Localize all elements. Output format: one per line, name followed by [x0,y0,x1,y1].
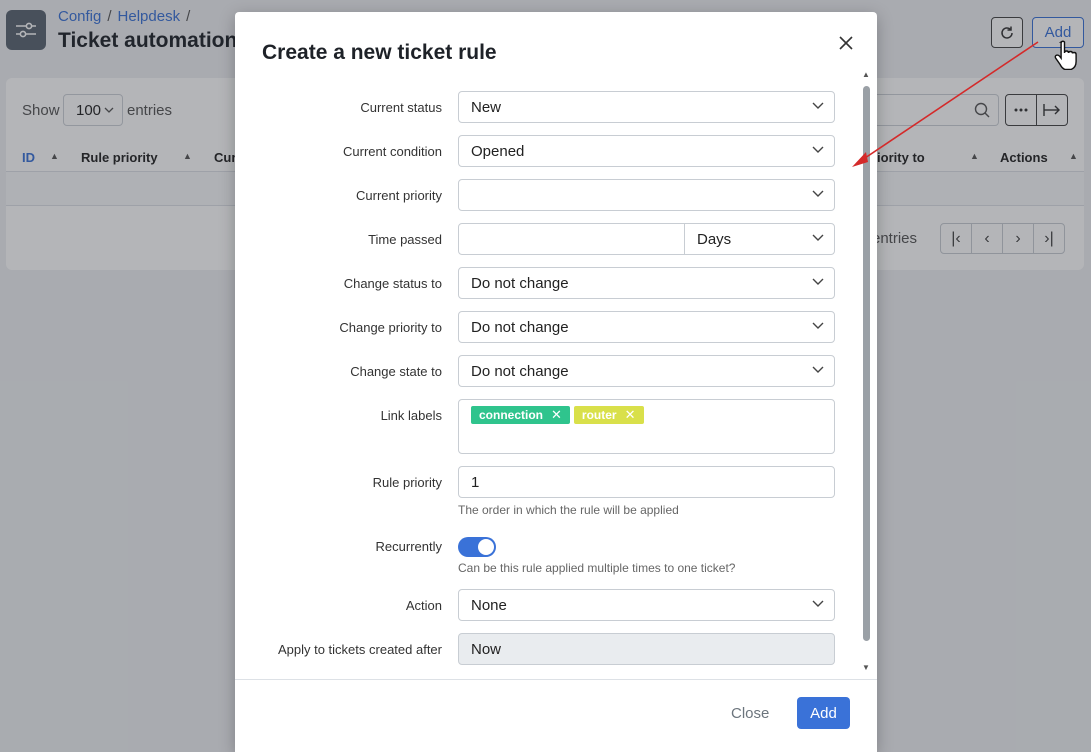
current-condition-label: Current condition [343,144,442,159]
current-status-label: Current status [360,100,442,115]
change-state-value: Do not change [471,362,569,380]
recurrently-label: Recurrently [375,539,442,554]
action-label: Action [405,598,442,613]
current-priority-label: Current priority [356,188,442,203]
current-condition-select[interactable]: Opened [458,135,835,167]
add-button[interactable]: Add [797,697,850,729]
current-condition-value: Opened [471,142,525,160]
apply-after-label: Apply to tickets created after [277,642,442,657]
rule-priority-value: 1 [471,473,480,491]
chevron-down-icon [812,190,824,197]
chevron-down-icon [812,600,824,607]
current-status-select[interactable]: New [458,91,835,123]
modal-title: Create a new ticket rule [262,41,497,64]
scroll-down-arrow[interactable]: ▼ [862,663,870,672]
hand-cursor-icon [1054,40,1077,70]
change-priority-value: Do not change [471,318,569,336]
apply-after-input: Now [458,633,835,665]
rule-priority-help: The order in which the rule will be appl… [458,503,679,517]
time-passed-input[interactable] [458,223,685,255]
change-state-select[interactable]: Do not change [458,355,835,387]
action-select[interactable]: None [458,589,835,621]
chevron-down-icon [812,146,824,153]
remove-tag-icon[interactable]: ✕ [551,407,562,423]
time-passed-label: Time passed [368,232,442,247]
current-priority-select[interactable] [458,179,835,211]
time-unit-value: Days [697,230,732,248]
tag-text: router [581,408,617,422]
close-icon[interactable] [835,32,857,54]
chevron-down-icon [812,366,824,373]
link-labels-label: Link labels [380,408,442,423]
modal-footer: Close Add [235,679,877,752]
chevron-down-icon [812,102,824,109]
current-status-value: New [471,98,502,116]
create-rule-modal: Create a new ticket rule ▲ ▼ Current sta… [235,12,877,752]
recurrently-help: Can be this rule applied multiple times … [458,561,736,575]
label-tag-router: router ✕ [573,406,644,424]
time-unit-select[interactable]: Days [684,223,835,255]
chevron-down-icon [812,234,824,241]
change-priority-label: Change priority to [339,320,442,335]
apply-after-value: Now [471,640,502,658]
change-status-select[interactable]: Do not change [458,267,835,299]
label-tag-connection: connection ✕ [471,406,570,424]
tag-text: connection [479,408,544,422]
link-labels-input[interactable]: connection ✕ router ✕ [458,399,835,454]
change-status-value: Do not change [471,274,569,292]
chevron-down-icon [812,322,824,329]
change-status-label: Change status to [343,276,442,291]
scroll-up-arrow[interactable]: ▲ [862,70,870,79]
scrollbar-thumb[interactable] [863,86,870,641]
change-priority-select[interactable]: Do not change [458,311,835,343]
rule-priority-label: Rule priority [372,475,442,490]
close-button[interactable]: Close [731,705,769,722]
rule-priority-input[interactable]: 1 [458,466,835,498]
change-state-label: Change state to [350,364,442,379]
chevron-down-icon [812,278,824,285]
recurrently-toggle[interactable] [458,537,496,557]
action-value: None [471,596,507,614]
remove-tag-icon[interactable]: ✕ [625,407,636,423]
